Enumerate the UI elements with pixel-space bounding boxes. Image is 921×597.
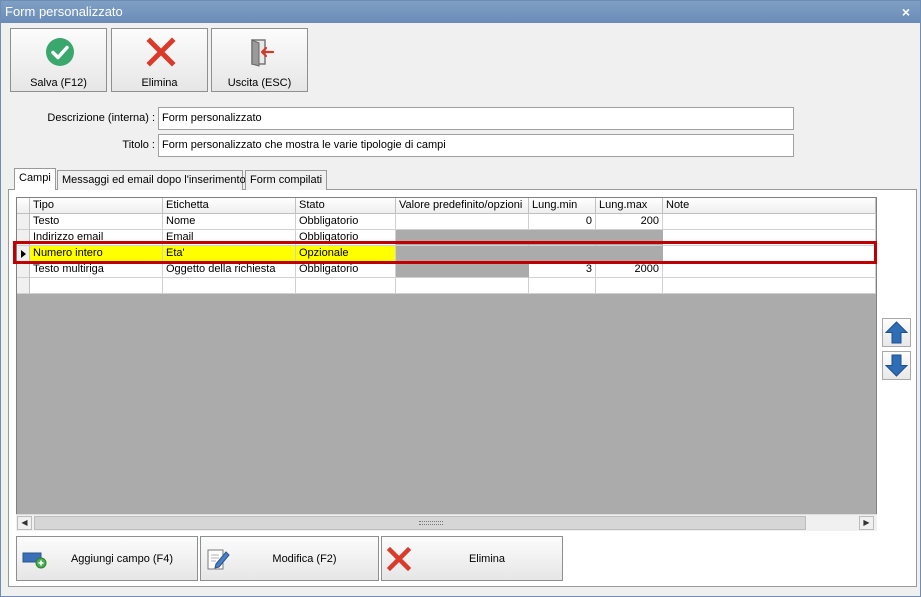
exit-button[interactable]: Uscita (ESC)	[211, 28, 308, 92]
cell-tipo[interactable]: Indirizzo email	[30, 230, 163, 246]
grid-header: Tipo Etichetta Stato Valore predefinito/…	[17, 198, 876, 214]
red-x-icon	[146, 37, 176, 67]
edit-button[interactable]: Modifica (F2)	[200, 536, 379, 581]
cell-tipo[interactable]: Numero intero	[30, 246, 163, 262]
exit-door-icon	[251, 39, 275, 67]
descrizione-label: Descrizione (interna) :	[47, 112, 155, 124]
table-row[interactable]: Testo Nome Obbligatorio 0 200	[17, 214, 876, 230]
cell-etichetta[interactable]: Email	[163, 230, 296, 246]
cell-tipo[interactable]: Testo multiriga	[30, 262, 163, 278]
edit-button-label: Modifica (F2)	[272, 553, 337, 565]
column-header-lung-max[interactable]: Lung.max	[596, 198, 663, 214]
save-button-label: Salva (F12)	[30, 77, 87, 89]
cell-note[interactable]	[663, 246, 876, 262]
cell-valore	[396, 246, 529, 262]
cell-valore[interactable]	[396, 278, 529, 294]
window-title: Form personalizzato	[5, 4, 123, 19]
exit-button-label: Uscita (ESC)	[227, 77, 292, 89]
cell-note[interactable]	[663, 214, 876, 230]
delete-button[interactable]: Elimina	[111, 28, 208, 92]
close-icon[interactable]: ×	[898, 4, 914, 20]
cell-etichetta[interactable]: Nome	[163, 214, 296, 230]
cell-valore	[396, 262, 529, 278]
delete-field-button-label: Elimina	[468, 553, 506, 565]
row-indicator[interactable]	[17, 262, 30, 278]
header-indicator	[17, 198, 30, 214]
cell-stato[interactable]: Obbligatorio	[296, 214, 396, 230]
arrow-down-icon	[884, 354, 909, 377]
arrow-up-icon	[884, 321, 909, 344]
column-header-stato[interactable]: Stato	[296, 198, 396, 214]
tab-campi[interactable]: Campi	[14, 168, 56, 190]
add-field-icon	[22, 552, 47, 569]
add-field-button[interactable]: Aggiungi campo (F4)	[16, 536, 198, 581]
cell-lung-min[interactable]: 0	[529, 214, 596, 230]
cell-lung-min[interactable]: 3	[529, 262, 596, 278]
scroll-left-icon[interactable]: ◀	[17, 516, 32, 530]
cell-etichetta[interactable]	[163, 278, 296, 294]
cell-note[interactable]	[663, 262, 876, 278]
table-row-new[interactable]	[17, 278, 876, 294]
cell-lung-max[interactable]: 200	[596, 214, 663, 230]
cell-note[interactable]	[663, 230, 876, 246]
cell-lung-max	[596, 230, 663, 246]
cell-lung-min[interactable]	[529, 278, 596, 294]
row-indicator[interactable]	[17, 230, 30, 246]
cell-note[interactable]	[663, 278, 876, 294]
title-bar: Form personalizzato ×	[1, 1, 920, 23]
cell-lung-max[interactable]	[596, 278, 663, 294]
tab-form-compilati[interactable]: Form compilati	[245, 170, 327, 190]
cell-etichetta[interactable]: Oggetto della richiesta	[163, 262, 296, 278]
cell-valore	[396, 230, 529, 246]
table-row-selected[interactable]: Numero intero Eta' Opzionale	[17, 246, 876, 262]
column-header-tipo[interactable]: Tipo	[30, 198, 163, 214]
cell-valore[interactable]	[396, 214, 529, 230]
delete-button-label: Elimina	[141, 77, 178, 89]
cell-tipo[interactable]	[30, 278, 163, 294]
table-row[interactable]: Testo multiriga Oggetto della richiesta …	[17, 262, 876, 278]
move-up-button[interactable]	[882, 318, 911, 347]
column-header-note[interactable]: Note	[663, 198, 876, 214]
grip-icon	[419, 521, 443, 525]
descrizione-input[interactable]: Form personalizzato	[158, 107, 794, 130]
column-header-lung-min[interactable]: Lung.min	[529, 198, 596, 214]
row-indicator[interactable]	[17, 246, 30, 262]
save-button[interactable]: Salva (F12)	[10, 28, 107, 92]
delete-field-button[interactable]: Elimina	[381, 536, 563, 581]
red-x-icon	[386, 546, 412, 572]
cell-lung-max	[596, 246, 663, 262]
cell-lung-min	[529, 230, 596, 246]
fields-grid[interactable]: Tipo Etichetta Stato Valore predefinito/…	[16, 197, 877, 530]
row-selector-arrow-icon	[21, 250, 26, 258]
cell-stato[interactable]: Obbligatorio	[296, 230, 396, 246]
cell-lung-min	[529, 246, 596, 262]
table-row[interactable]: Indirizzo email Email Obbligatorio	[17, 230, 876, 246]
scroll-right-icon[interactable]: ▶	[859, 516, 874, 530]
titolo-input[interactable]: Form personalizzato che mostra le varie …	[158, 134, 794, 157]
column-header-etichetta[interactable]: Etichetta	[163, 198, 296, 214]
cell-stato[interactable]: Opzionale	[296, 246, 396, 262]
titolo-label: Titolo :	[122, 139, 155, 151]
horizontal-scrollbar[interactable]: ◀ ▶	[16, 514, 877, 531]
cell-stato[interactable]: Obbligatorio	[296, 262, 396, 278]
tab-messaggi[interactable]: Messaggi ed email dopo l'inserimento	[57, 170, 246, 190]
check-circle-icon	[46, 38, 74, 66]
move-down-button[interactable]	[882, 351, 911, 380]
add-field-button-label: Aggiungi campo (F4)	[70, 553, 174, 565]
cell-lung-max[interactable]: 2000	[596, 262, 663, 278]
cell-tipo[interactable]: Testo	[30, 214, 163, 230]
edit-pencil-icon	[207, 549, 230, 570]
cell-stato[interactable]	[296, 278, 396, 294]
row-indicator[interactable]	[17, 214, 30, 230]
cell-etichetta[interactable]: Eta'	[163, 246, 296, 262]
row-indicator[interactable]	[17, 278, 30, 294]
column-header-valore[interactable]: Valore predefinito/opzioni	[396, 198, 529, 214]
scrollbar-thumb[interactable]	[34, 516, 806, 530]
